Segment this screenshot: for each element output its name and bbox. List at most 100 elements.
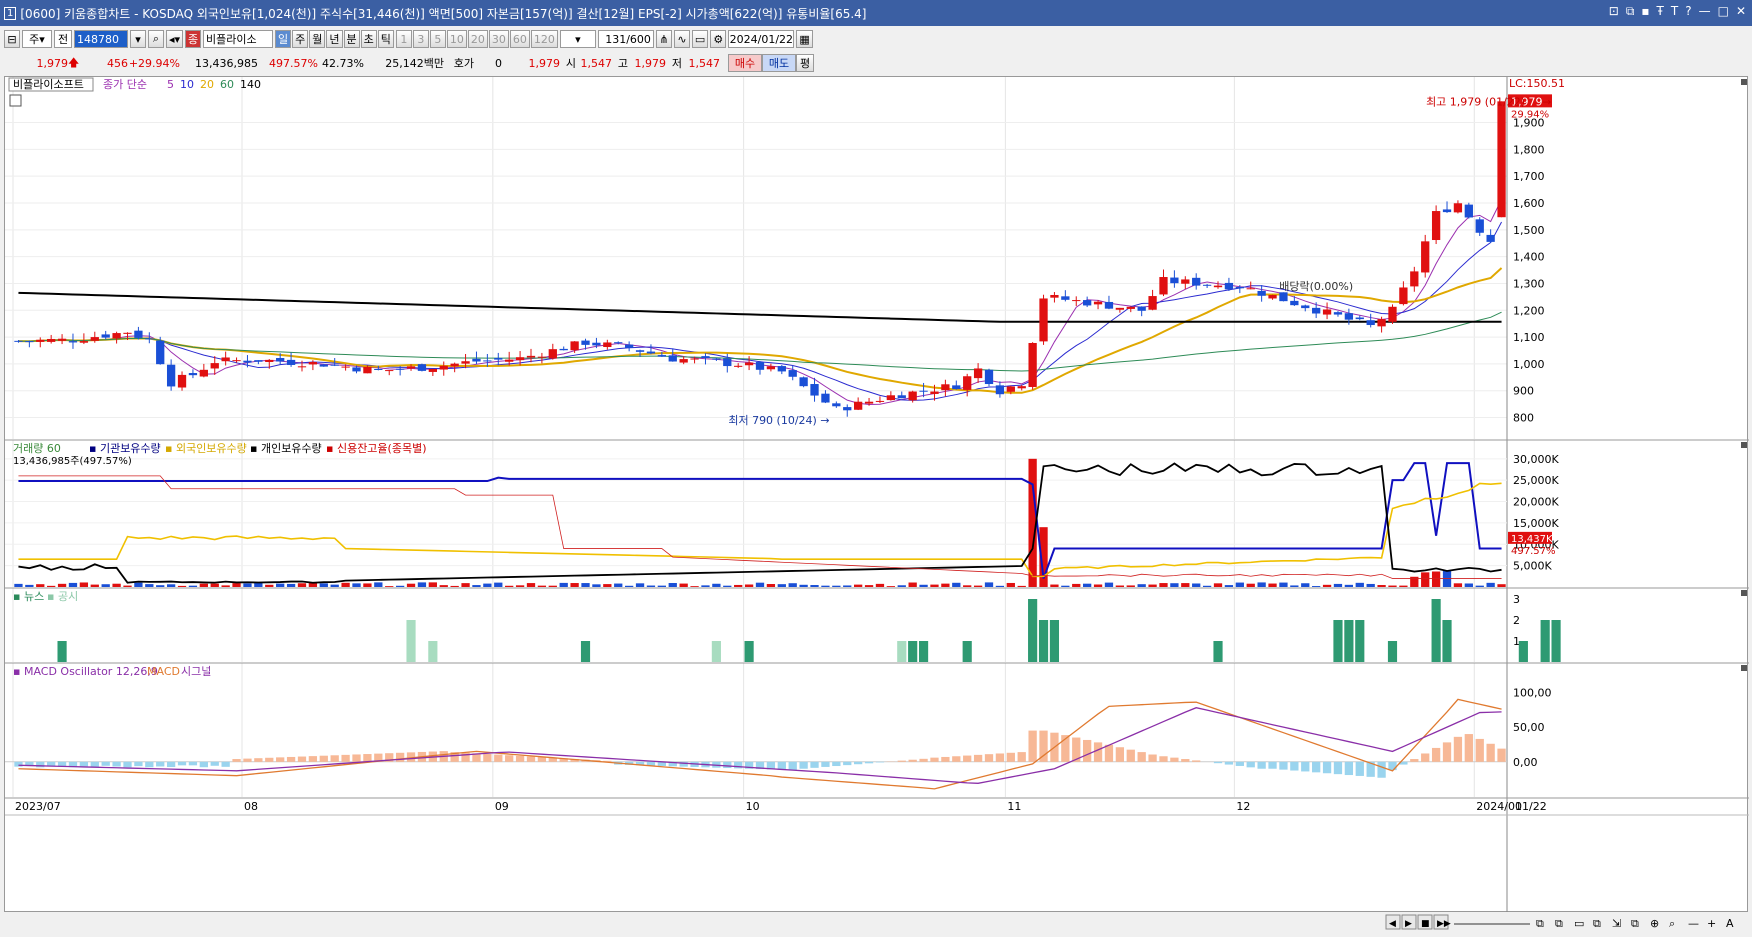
window-control-5[interactable]: ?: [1685, 4, 1691, 19]
volume-bar: [276, 584, 284, 587]
window-control-0[interactable]: ⊡: [1609, 4, 1619, 19]
count-input[interactable]: 131/600: [598, 30, 654, 48]
candle-body: [309, 362, 317, 364]
sound-icon[interactable]: ◂▾: [166, 30, 183, 48]
save-icon[interactable]: ▭: [692, 30, 708, 48]
date-input[interactable]: 2024/01/22: [728, 30, 794, 48]
minute-button-2[interactable]: 5: [430, 30, 446, 48]
candle-body: [941, 384, 949, 390]
status-tool-icon-3[interactable]: ⧉: [1593, 917, 1601, 930]
status-tool-icon-9[interactable]: +: [1707, 917, 1716, 930]
volume-bar: [876, 584, 884, 587]
flat-button[interactable]: 평: [796, 54, 814, 72]
code-input[interactable]: 148780: [74, 30, 128, 48]
vol-legend-2: ▪ 외국인보유수량: [165, 442, 247, 455]
window-control-6[interactable]: —: [1699, 4, 1711, 19]
tools-icon[interactable]: ⋔: [656, 30, 672, 48]
sell-button[interactable]: 매도: [762, 54, 796, 72]
period-button-4[interactable]: 분: [344, 30, 360, 48]
candle-body: [789, 370, 797, 377]
ma-period-10: 10: [180, 78, 194, 91]
volume-bar: [341, 583, 349, 587]
window-control-3[interactable]: Ŧ: [1657, 4, 1664, 19]
period-button-5[interactable]: 초: [361, 30, 377, 48]
period-button-0[interactable]: 일: [275, 30, 291, 48]
status-tool-icon-10[interactable]: A: [1726, 917, 1734, 930]
high-label: 고: [612, 55, 628, 71]
status-tool-icon-5[interactable]: ⧉: [1631, 917, 1639, 930]
stock-label: 비플라이소프트: [13, 78, 84, 91]
candle-body: [1007, 386, 1015, 391]
period-type-select[interactable]: 주▾: [22, 30, 52, 48]
minute-button-7[interactable]: 120: [531, 30, 558, 48]
period-button-3[interactable]: 년: [326, 30, 342, 48]
candle-body: [996, 385, 1004, 394]
scroll-controls[interactable]: ◀ ▶ ■ ▶▶ ⧉ ⧉ ▭ ⧉ ⇲ ⧉ ⊕ ⌕ — + A: [0, 912, 1752, 934]
status-tool-icon-4[interactable]: ⇲: [1612, 917, 1621, 930]
quote-row: 1,979 🡅 456 +29.94% 13,436,985 497.57% 4…: [0, 52, 1752, 74]
draw-icon[interactable]: ∿: [674, 30, 690, 48]
calendar-icon[interactable]: ▦: [796, 30, 812, 48]
candle-body: [1247, 288, 1255, 289]
window-control-7[interactable]: □: [1718, 4, 1729, 19]
minute-button-3[interactable]: 10: [447, 30, 467, 48]
macd-osc-bar: [1170, 758, 1178, 762]
trade-amount: 25,142백만: [364, 55, 444, 71]
period-button-2[interactable]: 월: [309, 30, 325, 48]
minute-button-1[interactable]: 3: [413, 30, 429, 48]
volume-bar: [832, 586, 840, 587]
period-button-6[interactable]: 틱: [378, 30, 394, 48]
credit-balance-line: [18, 476, 1501, 579]
panel-max-icon: [1741, 665, 1747, 671]
price-tick: 1,400: [1513, 251, 1545, 264]
x-tick: 10: [746, 800, 760, 813]
candle-body: [396, 369, 404, 370]
minute-button-5[interactable]: 30: [489, 30, 509, 48]
scroll-btn-icon-3[interactable]: ▶▶: [1437, 919, 1451, 929]
minute-button-6[interactable]: 60: [510, 30, 530, 48]
price-tick: 1,800: [1513, 143, 1545, 156]
status-tool-icon-7[interactable]: ⌕: [1669, 917, 1675, 930]
window-control-8[interactable]: ✕: [1736, 4, 1746, 19]
candle-body: [189, 373, 197, 375]
candle-body: [200, 370, 208, 377]
macd-osc-bar: [363, 754, 371, 762]
chart-svg[interactable]: 1,9001,8001,7001,6001,5001,4001,3001,200…: [5, 77, 1749, 913]
window-control-2[interactable]: ▪: [1641, 4, 1649, 19]
status-tool-icon-0[interactable]: ⧉: [1536, 917, 1544, 930]
chart-area[interactable]: 1,9001,8001,7001,6001,5001,4001,3001,200…: [4, 76, 1748, 912]
candle-body: [1203, 285, 1211, 286]
minute-button-0[interactable]: 1: [396, 30, 412, 48]
volume-bar: [363, 583, 371, 587]
volume-bar: [963, 585, 971, 587]
volume-bar: [941, 584, 949, 587]
stock-name: 비플라이소: [203, 30, 273, 48]
buy-button[interactable]: 매수: [728, 54, 762, 72]
signal-legend: 시그널: [181, 665, 211, 678]
macd-osc-bar: [974, 755, 982, 762]
chart-type-icon[interactable]: ⊟: [4, 30, 20, 48]
scroll-btn-icon-1[interactable]: ▶: [1405, 919, 1412, 929]
minute-button-4[interactable]: 20: [468, 30, 488, 48]
volume-bar: [167, 584, 175, 587]
scroll-btn-icon-0[interactable]: ◀: [1389, 919, 1396, 929]
x-tick: 12: [1236, 800, 1250, 813]
volume-bar: [701, 585, 709, 587]
gear-icon[interactable]: ⚙: [710, 30, 726, 48]
status-tool-icon-6[interactable]: ⊕: [1650, 917, 1659, 930]
volume-bar: [189, 586, 197, 587]
volume-bar: [560, 583, 568, 587]
candle-body: [1334, 312, 1342, 314]
scroll-btn-icon-2[interactable]: ■: [1421, 919, 1430, 929]
status-tool-icon-1[interactable]: ⧉: [1555, 917, 1563, 930]
window-control-1[interactable]: ⧉: [1626, 4, 1635, 19]
status-tool-icon-2[interactable]: ▭: [1574, 917, 1584, 930]
period-button-1[interactable]: 주: [292, 30, 308, 48]
window-control-4[interactable]: T: [1671, 4, 1678, 19]
search-icon[interactable]: ⌕: [148, 30, 164, 48]
minute-select[interactable]: ▾: [560, 30, 596, 48]
macd-osc-bar: [1159, 756, 1167, 762]
mode-select[interactable]: 전: [54, 30, 72, 48]
status-tool-icon-8[interactable]: —: [1688, 917, 1699, 930]
code-dropdown-icon[interactable]: ▾: [130, 30, 146, 48]
